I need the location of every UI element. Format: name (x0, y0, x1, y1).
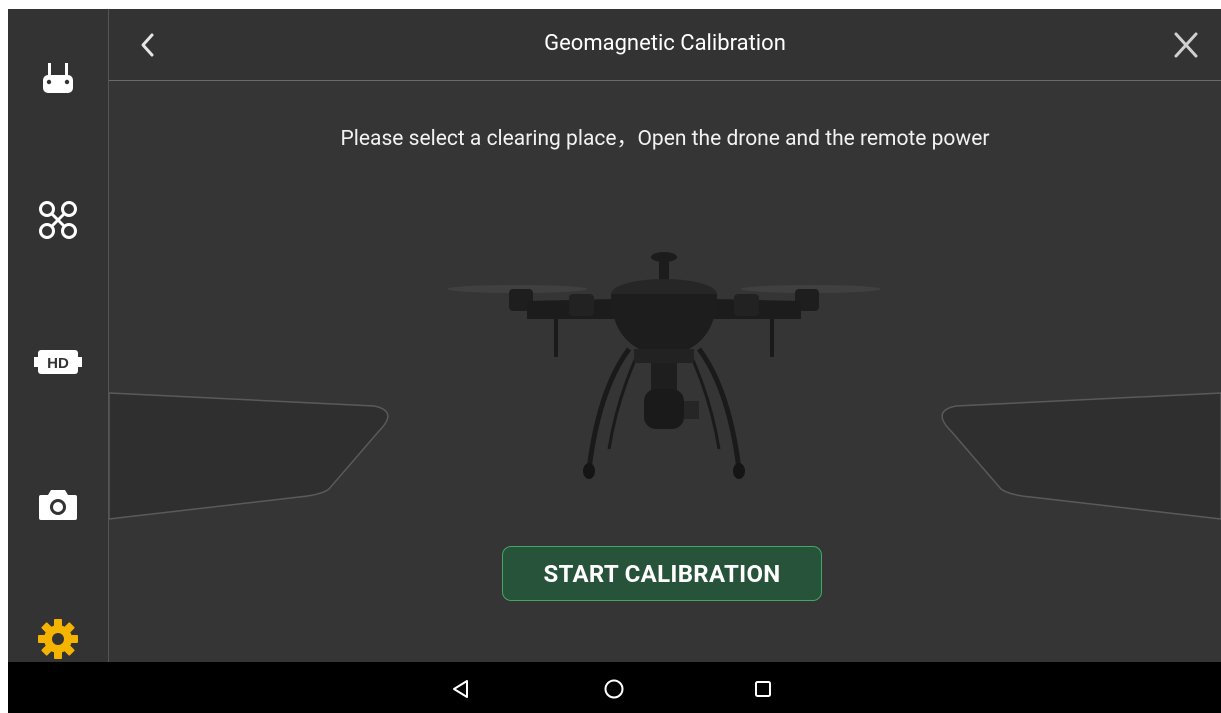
nav-recents-icon (755, 681, 771, 697)
nav-home-button[interactable] (597, 672, 631, 706)
sidebar-item-camera[interactable] (8, 449, 108, 559)
calibration-panel: Geomagnetic Calibration Please select a … (109, 9, 1221, 662)
sidebar-item-hd-transmission[interactable]: HD (8, 307, 108, 417)
sidebar: HD (8, 9, 109, 662)
start-calibration-button[interactable]: START CALIBRATION (502, 546, 822, 601)
nav-back-icon (453, 680, 468, 698)
instruction-text: Please select a clearing place，Open the … (340, 127, 990, 151)
sidebar-item-remote-controller[interactable] (8, 24, 108, 134)
drone-illustration (447, 252, 881, 479)
nav-back-button[interactable] (444, 672, 478, 706)
system-nav-bar (8, 662, 1221, 713)
nav-home-icon (604, 679, 624, 699)
drone-icon (36, 198, 80, 242)
svg-text:HD: HD (47, 355, 69, 372)
close-icon (1174, 32, 1198, 58)
sidebar-item-aircraft[interactable] (8, 165, 108, 275)
remote-controller-icon (38, 59, 78, 99)
page-title: Geomagnetic Calibration (544, 31, 786, 56)
app-screen: HD Geomagnetic Calibration Please select… (8, 9, 1221, 713)
gear-icon (36, 617, 80, 661)
header-bar: Geomagnetic Calibration (109, 9, 1221, 81)
close-button[interactable] (1171, 29, 1201, 61)
camera-icon (37, 486, 79, 522)
nav-recents-button[interactable] (746, 672, 780, 706)
hd-icon: HD (34, 347, 82, 377)
